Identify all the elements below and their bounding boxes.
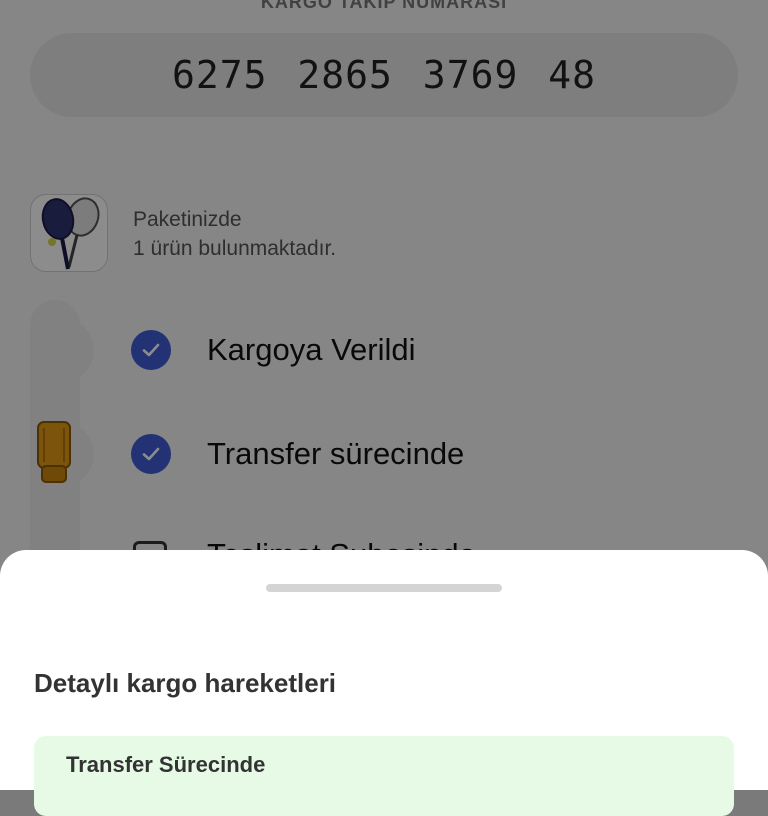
sheet-drag-handle[interactable]	[266, 584, 502, 592]
sheet-title: Detaylı kargo hareketleri	[34, 668, 337, 698]
cargo-details-sheet: Detaylı kargo hareketleri Transfer Sürec…	[0, 550, 768, 816]
cargo-event-title: Transfer Sürecinde	[66, 752, 266, 777]
cargo-event-card[interactable]: Transfer Sürecinde	[34, 736, 734, 816]
